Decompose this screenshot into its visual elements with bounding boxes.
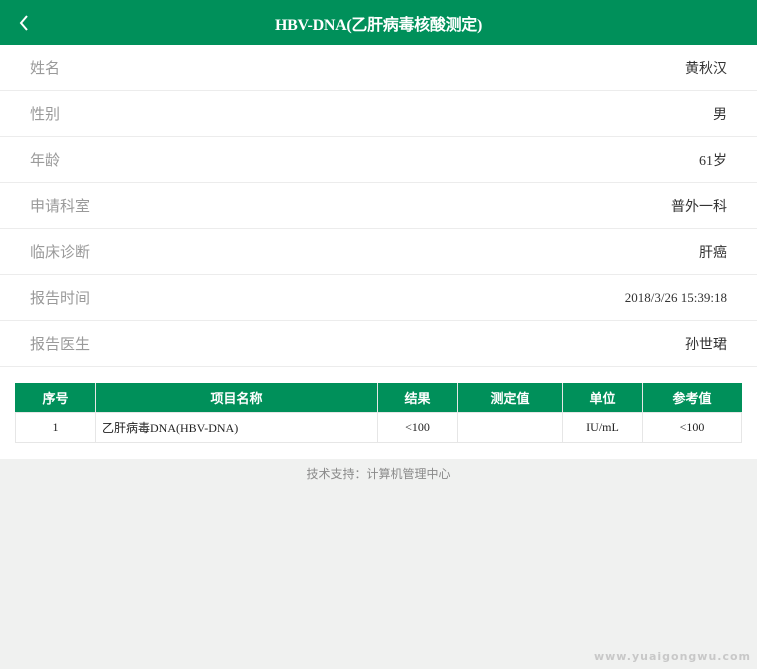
report-time-value: 2018/3/26 15:39:18 [624, 289, 727, 305]
column-header: 序号 [15, 383, 96, 413]
info-row-age: 年龄 61岁 [0, 137, 757, 183]
column-header: 单位 [562, 383, 643, 413]
footer-text: 技术支持：计算机管理中心 [306, 467, 451, 481]
department-label: 申请科室 [30, 197, 91, 215]
info-row-doctor: 报告医生 孙世珺 [0, 321, 757, 367]
cell-result: <100 [377, 412, 458, 443]
info-row-gender: 性别 男 [0, 91, 757, 137]
info-row-diagnosis: 临床诊断 肝癌 [0, 229, 757, 275]
report-time-label: 报告时间 [30, 289, 91, 307]
patient-info: 姓名 黄秋汉 性别 男 年龄 61岁 申请科室 普外一科 临床诊断 肝癌 报告时… [0, 45, 757, 367]
doctor-value: 孙世珺 [685, 337, 727, 353]
table-row: 1 乙肝病毒DNA(HBV-DNA) <100 IU/mL <100 [15, 412, 742, 443]
results-table: 序号 项目名称 结果 测定值 单位 参考值 1 乙肝病毒DNA(HBV-DNA)… [15, 383, 742, 443]
column-header: 测定值 [457, 383, 563, 413]
cell-measured [457, 412, 563, 443]
back-button[interactable] [12, 0, 36, 45]
gender-value: 男 [713, 107, 727, 123]
column-header: 结果 [377, 383, 458, 413]
info-row-department: 申请科室 普外一科 [0, 183, 757, 229]
chevron-left-icon [19, 14, 28, 31]
column-header: 参考值 [642, 383, 742, 413]
info-row-report-time: 报告时间 2018/3/26 15:39:18 [0, 275, 757, 321]
age-value: 61岁 [699, 153, 727, 169]
name-label: 姓名 [30, 59, 61, 77]
column-header: 项目名称 [95, 383, 378, 413]
doctor-label: 报告医生 [30, 335, 91, 353]
app-header: HBV-DNA(乙肝病毒核酸测定) [0, 0, 757, 45]
results-section: 序号 项目名称 结果 测定值 单位 参考值 1 乙肝病毒DNA(HBV-DNA)… [0, 367, 757, 459]
cell-item-name: 乙肝病毒DNA(HBV-DNA) [95, 412, 378, 443]
page-title: HBV-DNA(乙肝病毒核酸测定) [274, 16, 483, 34]
diagnosis-value: 肝癌 [699, 245, 727, 261]
cell-index: 1 [15, 412, 96, 443]
watermark-logo: www.yuaigongwu.com [593, 650, 751, 663]
name-value: 黄秋汉 [685, 61, 727, 77]
cell-unit: IU/mL [562, 412, 643, 443]
table-header-row: 序号 项目名称 结果 测定值 单位 参考值 [15, 383, 742, 413]
department-value: 普外一科 [671, 199, 727, 215]
diagnosis-label: 临床诊断 [30, 243, 91, 261]
cell-reference: <100 [642, 412, 742, 443]
gender-label: 性别 [30, 105, 61, 123]
info-row-name: 姓名 黄秋汉 [0, 45, 757, 91]
age-label: 年龄 [30, 151, 61, 169]
